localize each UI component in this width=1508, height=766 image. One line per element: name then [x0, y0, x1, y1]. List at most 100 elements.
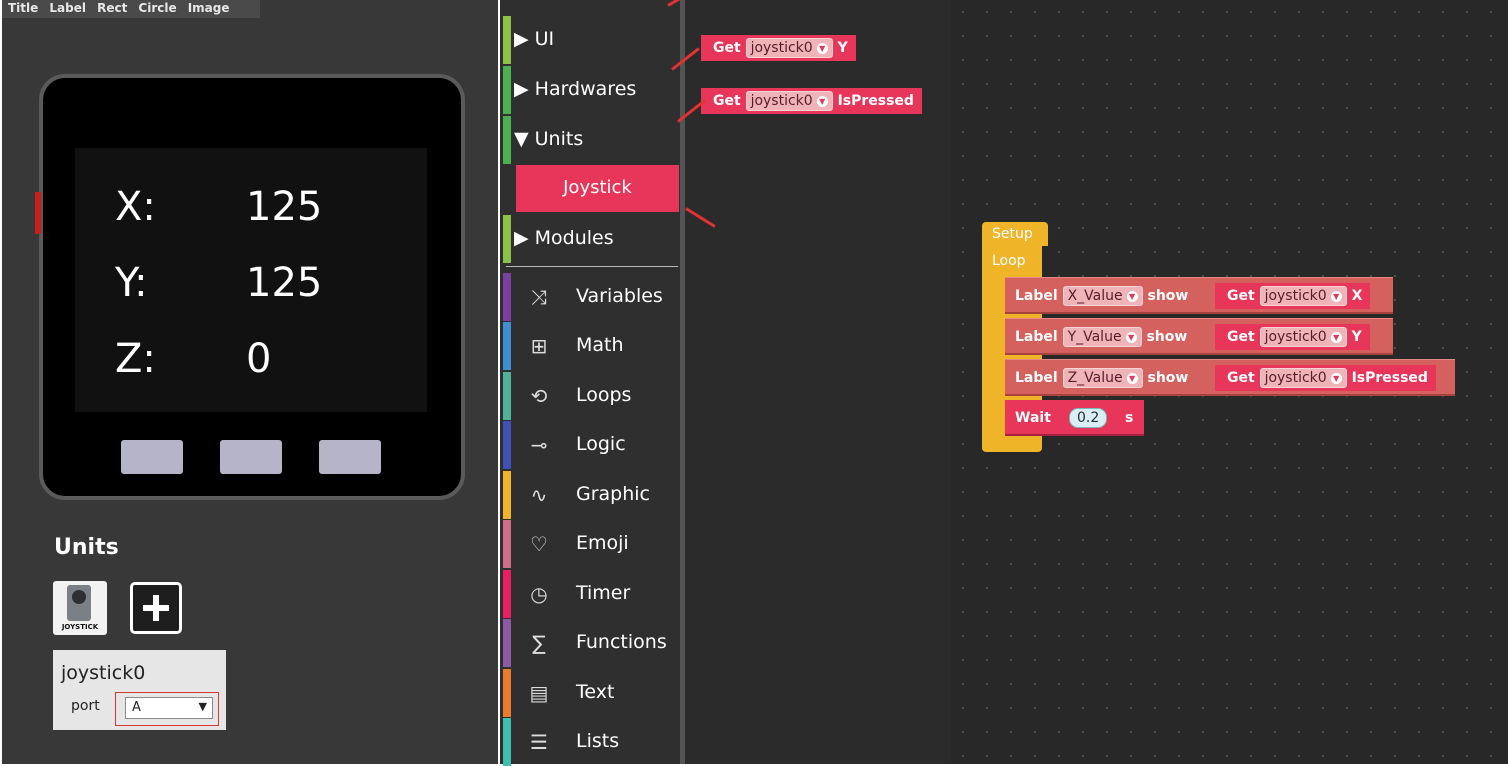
get-joystick-block[interactable]: Get joystick0 ▼ Y: [1215, 324, 1370, 350]
label-target-dropdown[interactable]: X_Value ▼: [1062, 286, 1143, 306]
menu-item-joystick[interactable]: Joystick: [516, 165, 679, 212]
block-get-label: Get: [1227, 370, 1255, 386]
label-target-dropdown[interactable]: Y_Value ▼: [1062, 327, 1142, 347]
category-timer[interactable]: ◷ Timer: [500, 570, 682, 618]
chevron-down-icon: ▼: [1126, 290, 1138, 302]
label-show-block-x[interactable]: Label X_Value ▼ show Get joystick0 ▼ X: [1005, 277, 1393, 314]
device-button-a[interactable]: [121, 440, 183, 474]
readout-y-value: 125: [246, 260, 323, 306]
toolbar-label[interactable]: Label: [49, 1, 86, 15]
flyout-get-ispressed-block[interactable]: Get joystick0 ▼ IsPressed: [701, 88, 922, 114]
text-icon: ▤: [529, 681, 549, 705]
category-label: Text: [576, 681, 615, 703]
joystick-unit-thumbnail[interactable]: JOYSTICK: [53, 581, 107, 635]
functions-icon: ∑: [532, 631, 546, 655]
block-label-keyword: Label: [1015, 370, 1058, 386]
category-color-bar: [503, 215, 511, 263]
block-prop-label: IsPressed: [1351, 370, 1428, 386]
chevron-down-icon: ▼: [816, 42, 828, 54]
label-show-block-z[interactable]: Label Z_Value ▼ show Get joystick0 ▼ IsPre…: [1005, 359, 1455, 396]
category-lists[interactable]: ☰ Lists: [500, 718, 682, 766]
add-unit-button[interactable]: [130, 582, 182, 634]
block-show-keyword: show: [1146, 329, 1188, 345]
unit-dropdown[interactable]: joystick0 ▼: [745, 38, 833, 58]
block-flyout: [685, 0, 951, 764]
category-emoji[interactable]: ♡ Emoji: [500, 520, 682, 568]
label-target-value: X_Value: [1067, 288, 1123, 304]
wait-block[interactable]: Wait 0.2 s: [1005, 400, 1144, 436]
loop-label: Loop: [992, 253, 1026, 269]
m5-device-preview: X: 125 Y: 125 Z: 0: [35, 74, 465, 500]
unit-dropdown-value: joystick0: [1264, 329, 1327, 345]
get-joystick-block[interactable]: Get joystick0 ▼ IsPressed: [1215, 365, 1436, 391]
chevron-down-icon: ▼: [1125, 331, 1137, 343]
lists-icon: ☰: [530, 730, 548, 754]
category-variables[interactable]: ⤨ Variables: [500, 273, 682, 321]
category-color-bar: [503, 669, 511, 717]
category-math[interactable]: ⊞ Math: [500, 322, 682, 370]
readout-y-label: Y:: [115, 260, 148, 306]
wait-unit-label: s: [1125, 410, 1134, 426]
category-loops[interactable]: ⟲ Loops: [500, 372, 682, 420]
category-text[interactable]: ▤ Text: [500, 669, 682, 717]
wait-seconds-input[interactable]: 0.2: [1069, 408, 1108, 428]
toolbar-rect[interactable]: Rect: [97, 1, 127, 15]
block-label-keyword: Label: [1015, 329, 1058, 345]
block-show-keyword: show: [1147, 288, 1189, 304]
get-joystick-block[interactable]: Get joystick0 ▼ X: [1215, 283, 1371, 309]
category-label: Timer: [576, 582, 631, 604]
menu-group-modules[interactable]: ▶ Modules: [500, 215, 682, 263]
label-target-value: Y_Value: [1067, 329, 1122, 345]
category-color-bar: [503, 570, 511, 618]
category-label: Loops: [576, 384, 632, 406]
category-color-bar: [503, 16, 511, 64]
math-icon: ⊞: [530, 334, 548, 358]
unit-dropdown-value: joystick0: [1264, 370, 1327, 386]
wait-label: Wait: [1015, 410, 1051, 426]
label-show-block-y[interactable]: Label Y_Value ▼ show Get joystick0 ▼ Y: [1005, 318, 1393, 355]
category-color-bar: [503, 322, 511, 370]
readout-z-label: Z:: [115, 336, 156, 382]
category-color-bar: [503, 372, 511, 420]
toolbar-title[interactable]: Title: [8, 1, 38, 15]
block-prop-label: Y: [837, 40, 848, 56]
toolbar-image[interactable]: Image: [188, 1, 230, 15]
menu-item-joystick-label: Joystick: [563, 177, 632, 198]
category-logic[interactable]: ⊸ Logic: [500, 421, 682, 469]
loops-icon: ⟲: [530, 384, 548, 408]
unit-dropdown[interactable]: joystick0 ▼: [745, 91, 833, 111]
variables-icon: ⤨: [531, 285, 547, 309]
device-button-b[interactable]: [220, 440, 282, 474]
toolbar-circle[interactable]: Circle: [138, 1, 176, 15]
device-button-c[interactable]: [319, 440, 381, 474]
units-section-title: Units: [54, 535, 119, 560]
chevron-down-icon: ▼: [816, 95, 828, 107]
port-select[interactable]: A ▼: [125, 697, 213, 719]
label-target-dropdown[interactable]: Z_Value ▼: [1062, 368, 1143, 388]
category-graphic[interactable]: ∿ Graphic: [500, 471, 682, 519]
menu-group-ui[interactable]: ▶ UI: [500, 16, 682, 64]
port-label: port: [71, 698, 100, 714]
unit-dropdown[interactable]: joystick0 ▼: [1259, 286, 1347, 306]
block-get-label: Get: [1227, 288, 1255, 304]
unit-dropdown[interactable]: joystick0 ▼: [1259, 327, 1347, 347]
block-prop-label: X: [1351, 288, 1363, 304]
block-get-label: Get: [713, 40, 741, 56]
setup-block[interactable]: Setup: [982, 222, 1048, 246]
menu-group-hardwares[interactable]: ▶ Hardwares: [500, 66, 682, 114]
menu-group-units[interactable]: ▼ Units: [500, 116, 682, 164]
readout-x-value: 125: [246, 184, 323, 230]
block-prop-label: Y: [1351, 329, 1362, 345]
unit-name: joystick0: [61, 662, 146, 684]
chevron-down-icon: ▼: [1330, 372, 1342, 384]
category-label: Graphic: [576, 483, 651, 505]
category-functions[interactable]: ∑ Functions: [500, 619, 682, 667]
graphic-icon: ∿: [530, 483, 548, 507]
flyout-get-y-block[interactable]: Get joystick0 ▼ Y: [701, 35, 856, 61]
readout-x-label: X:: [115, 184, 156, 230]
unit-dropdown[interactable]: joystick0 ▼: [1259, 368, 1347, 388]
block-prop-label: IsPressed: [837, 93, 914, 109]
block-category-menu: ▶ UI ▶ Hardwares ▼ Units ▶ Modules ⤨ Var…: [500, 0, 684, 766]
label-target-value: Z_Value: [1067, 370, 1123, 386]
device-power-indicator: [35, 192, 41, 234]
